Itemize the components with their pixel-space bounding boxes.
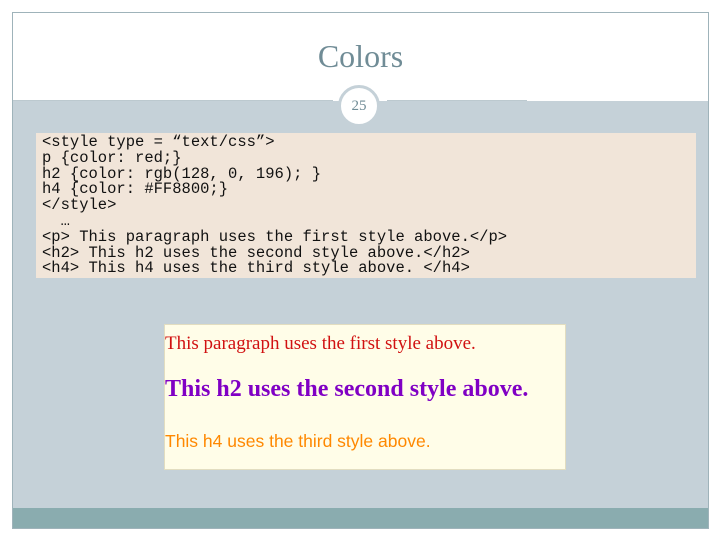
purple-h2-example: This h2 uses the second style above. (165, 376, 529, 402)
rendered-output-example: This paragraph uses the first style abov… (164, 324, 566, 470)
page-number: 25 (351, 97, 367, 114)
code-line: </style> (42, 196, 117, 215)
title-divider-left (13, 100, 333, 101)
slide: Colors 25 <style type = “text/css”> p {c… (12, 12, 709, 529)
red-paragraph-example: This paragraph uses the first style abov… (165, 333, 476, 354)
code-block: <style type = “text/css”> p {color: red;… (36, 133, 696, 278)
code-line: h4 {color: #FF8800;} (42, 180, 229, 199)
page-number-badge: 25 (338, 85, 380, 127)
slide-title: Colors (317, 38, 404, 74)
code-line: <h4> This h4 uses the third style above.… (42, 259, 470, 278)
title-divider-right (387, 100, 527, 101)
orange-h4-example: This h4 uses the third style above. (165, 431, 431, 451)
footer-bar (13, 508, 708, 528)
